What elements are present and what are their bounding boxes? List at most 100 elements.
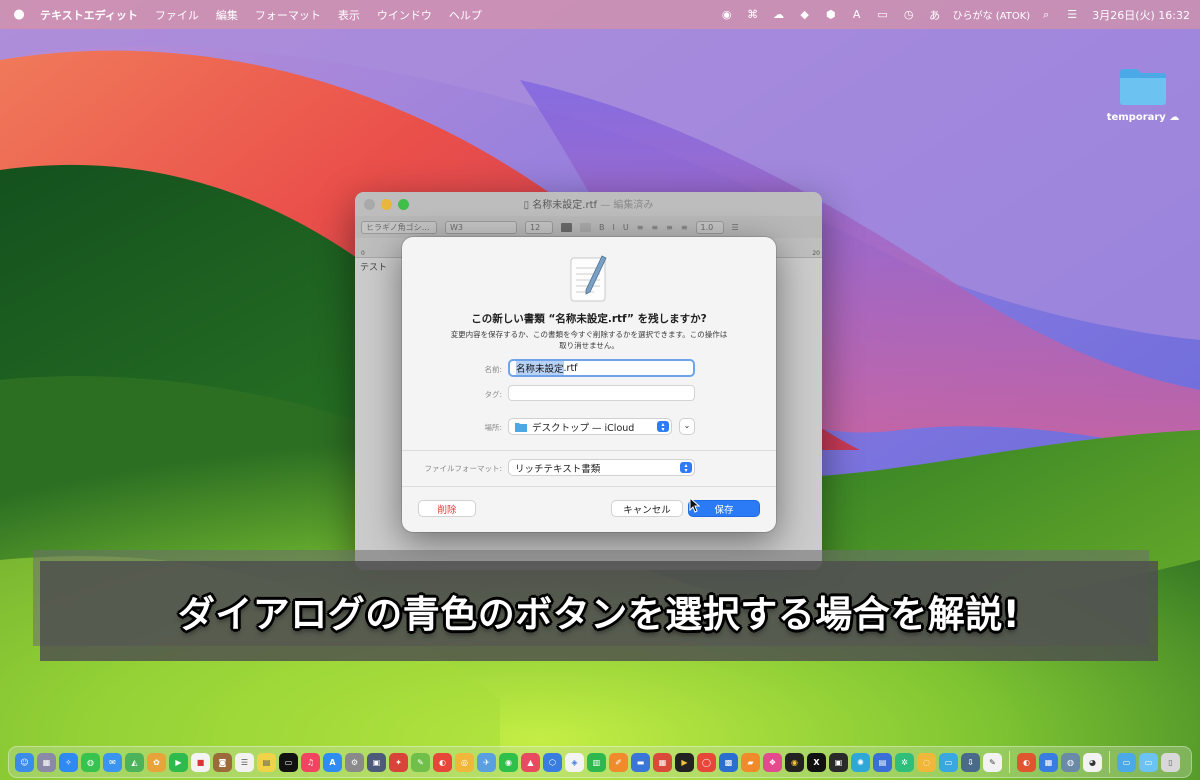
command-icon[interactable]: ⌘ — [743, 7, 763, 23]
where-label: 場所: — [484, 423, 502, 432]
dock-app-icon[interactable]: ✎ — [411, 752, 430, 772]
dock-downloads-folder-icon[interactable]: ▭ — [1117, 752, 1136, 772]
dock-mail-icon[interactable]: ✉ — [103, 752, 122, 772]
expand-dialog-button[interactable]: ⌄ — [679, 418, 695, 435]
dock-app-icon[interactable]: ▩ — [719, 752, 738, 772]
search-icon[interactable]: ⌕ — [1036, 7, 1056, 23]
dock-line-icon[interactable]: ◉ — [499, 752, 518, 772]
document-text: テスト — [360, 263, 388, 273]
dock-chrome-icon[interactable]: ◎ — [455, 752, 474, 772]
record-icon[interactable]: ◉ — [717, 7, 737, 23]
battery-icon[interactable]: ▭ — [873, 7, 893, 23]
dock-music-icon[interactable]: ♫ — [301, 752, 320, 772]
underline-button[interactable]: U — [623, 223, 629, 232]
dock-numbers-icon[interactable]: ▥ — [587, 752, 606, 772]
dock-folder-icon[interactable]: ▭ — [1139, 752, 1158, 772]
dock-app-icon[interactable]: ⇩ — [961, 752, 980, 772]
control-center-icon[interactable]: ☰ — [1062, 7, 1082, 23]
location-popup[interactable]: デスクトップ — iCloud ▴ ▾ — [508, 418, 672, 435]
dock-app-icon[interactable]: ◐ — [433, 752, 452, 772]
dock-app-icon[interactable]: ◈ — [565, 752, 584, 772]
tags-input[interactable] — [508, 385, 695, 401]
font-icon[interactable]: A — [847, 7, 867, 23]
dock-app-icon[interactable]: ◕ — [1083, 752, 1102, 772]
dock-app-icon[interactable]: ▦ — [1039, 752, 1058, 772]
italic-button[interactable]: I — [613, 223, 615, 232]
menu-help[interactable]: ヘルプ — [449, 7, 482, 23]
dock-contacts-icon[interactable]: ◙ — [213, 752, 232, 772]
font-weight-select[interactable]: W3 — [445, 220, 517, 234]
background-color-well[interactable] — [580, 222, 591, 232]
clock-history-icon[interactable]: ◷ — [899, 7, 919, 23]
dock-app-icon[interactable]: ▣ — [367, 752, 386, 772]
file-format-value: リッチテキスト書類 — [515, 463, 601, 475]
dock-app-store-icon[interactable]: A — [323, 752, 342, 772]
delete-button[interactable]: 削除 — [418, 500, 476, 517]
dock-preview-icon[interactable]: ◍ — [1061, 752, 1080, 772]
dock-trash-icon[interactable]: ▯ — [1161, 752, 1180, 772]
font-family-select[interactable]: ヒラギノ角ゴシ… — [361, 220, 437, 234]
line-spacing-select[interactable]: 1.0 — [695, 220, 724, 234]
dock-finder-icon[interactable]: ☺ — [15, 752, 34, 772]
dock-pages-icon[interactable]: ✐ — [609, 752, 628, 772]
align-justify-icon[interactable]: ≡ — [681, 223, 688, 232]
menu-clock[interactable]: 3月26日(火) 16:32 — [1092, 7, 1190, 23]
filename-input[interactable]: 名称未設定 .rtf — [508, 359, 695, 377]
menu-window[interactable]: ウインドウ — [377, 7, 432, 23]
dock-app-icon[interactable]: ▣ — [829, 752, 848, 772]
menu-app-name[interactable]: テキストエディット — [40, 7, 138, 23]
dock-calendar-icon[interactable]: ■ — [191, 752, 210, 772]
menu-format[interactable]: フォーマット — [255, 7, 321, 23]
align-right-icon[interactable]: ≡ — [666, 223, 673, 232]
menu-view[interactable]: 表示 — [338, 7, 360, 23]
dock-system-settings-icon[interactable]: ⚙ — [345, 752, 364, 772]
dock-app-icon[interactable]: ⬡ — [543, 752, 562, 772]
dock-tv-icon[interactable]: ▭ — [279, 752, 298, 772]
file-format-popup[interactable]: リッチテキスト書類 ▴ ▾ — [508, 459, 695, 476]
dock-app-icon[interactable]: ▲ — [521, 752, 540, 772]
dock-app-icon[interactable]: ◌ — [917, 752, 936, 772]
align-left-icon[interactable]: ≡ — [637, 223, 644, 232]
list-icon[interactable]: ☰ — [732, 223, 739, 232]
dock-messages-icon[interactable]: ◍ — [81, 752, 100, 772]
dock-app-icon[interactable]: ▰ — [741, 752, 760, 772]
dock-reminders-icon[interactable]: ☰ — [235, 752, 254, 772]
popup-stepper-icon: ▴ ▾ — [657, 421, 669, 432]
apple-menu-icon[interactable]: ● — [10, 7, 28, 22]
dock-app-icon[interactable]: ◯ — [697, 752, 716, 772]
dock-launchpad-icon[interactable]: ▦ — [37, 752, 56, 772]
font-size-select[interactable]: 12 — [525, 220, 553, 234]
dock-app-icon[interactable]: ▤ — [873, 752, 892, 772]
dock-app-icon[interactable]: ✦ — [389, 752, 408, 772]
align-center-icon[interactable]: ≡ — [651, 223, 658, 232]
dock-app-icon[interactable]: ✺ — [851, 752, 870, 772]
dock-app-icon[interactable]: X — [807, 752, 826, 772]
cloud-icon[interactable]: ☁ — [769, 7, 789, 23]
dock-app-icon[interactable]: ◐ — [1017, 752, 1036, 772]
dock-app-icon[interactable]: ✲ — [895, 752, 914, 772]
dock-keynote-icon[interactable]: ▬ — [631, 752, 650, 772]
input-method-label[interactable]: ひらがな (ATOK) — [953, 7, 1031, 22]
menu-edit[interactable]: 編集 — [216, 7, 238, 23]
dock-safari-icon[interactable]: ✧ — [59, 752, 78, 772]
bold-button[interactable]: B — [599, 223, 605, 232]
dock-facetime-icon[interactable]: ▶ — [169, 752, 188, 772]
input-method-icon[interactable]: あ — [925, 7, 945, 23]
caption-banner: ダイアログの青色のボタンを選択する場合を解説! — [40, 561, 1158, 661]
menu-file[interactable]: ファイル — [155, 7, 199, 23]
dock-app-icon[interactable]: ◉ — [785, 752, 804, 772]
dock-app-icon[interactable]: ▭ — [939, 752, 958, 772]
dock-maps-icon[interactable]: ◭ — [125, 752, 144, 772]
dock-textedit-icon[interactable]: ✎ — [983, 752, 1002, 772]
hexagon-icon[interactable]: ⬢ — [821, 7, 841, 23]
dock-photos-icon[interactable]: ✿ — [147, 752, 166, 772]
text-color-well[interactable] — [561, 222, 572, 232]
desktop-folder-temporary[interactable]: temporary ☁ — [1106, 66, 1180, 123]
dropbox-icon[interactable]: ◆ — [795, 7, 815, 23]
dock-app-icon[interactable]: ✈ — [477, 752, 496, 772]
dock-app-icon[interactable]: ▦ — [653, 752, 672, 772]
dock-app-icon[interactable]: ▶ — [675, 752, 694, 772]
cancel-button[interactable]: キャンセル — [611, 500, 683, 517]
dock-notes-icon[interactable]: ▤ — [257, 752, 276, 772]
dock-app-icon[interactable]: ❖ — [763, 752, 782, 772]
